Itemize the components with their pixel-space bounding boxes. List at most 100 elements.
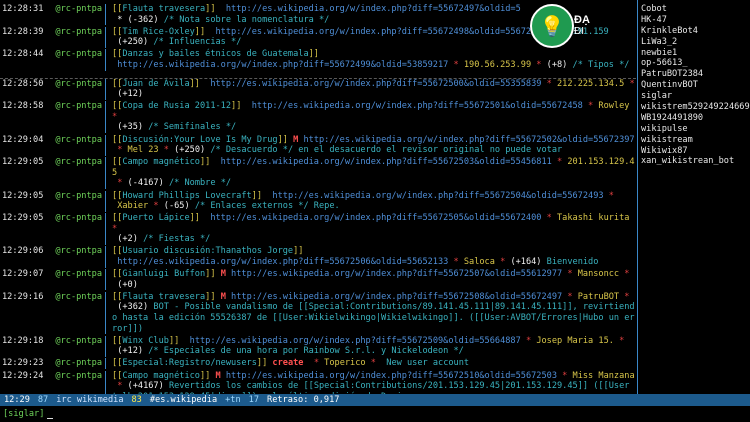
nicklist-item[interactable]: Cobot: [641, 4, 749, 15]
message-link[interactable]: http://es.wikipedia.org/w/index.php?diff…: [210, 79, 541, 89]
message-fragment: Takashi kurita: [557, 213, 630, 224]
message-link[interactable]: http://es.wikipedia.org/w/index.php?diff…: [231, 269, 562, 279]
message-fragment: (+12): [117, 346, 144, 357]
message-nick[interactable]: @rc-pntpa: [44, 213, 104, 245]
message-link[interactable]: http://es.wikipedia.org/w/index.php?diff…: [226, 371, 557, 381]
message-fragment: [[: [112, 335, 123, 346]
message-link[interactable]: http://es.wikipedia.org/w/index.php?diff…: [226, 4, 521, 14]
message-nick[interactable]: @rc-pntpa: [44, 135, 104, 156]
message-buffer[interactable]: 12:28:31 @rc-pntpa [[Flauta travesera]] ht…: [0, 4, 636, 394]
message-fragment: Toperico: [324, 358, 366, 369]
prefix-separator: [105, 78, 110, 100]
message-fragment: ]]: [189, 78, 211, 89]
message-row: 12:28:50 @rc-pntpa [[Juan de Ávila]] http:…: [0, 78, 636, 100]
message-link[interactable]: http://es.wikipedia.org/w/index.php?diff…: [272, 191, 603, 201]
nicklist-item[interactable]: LiWa3_2: [641, 37, 749, 48]
message-link[interactable]: http://es.wikipedia.org/w/index.php?diff…: [303, 135, 634, 145]
message-nick[interactable]: @rc-pntpa: [44, 49, 104, 70]
message-row: 12:29:18 @rc-pntpa [[Winx Club]] http://es…: [0, 335, 636, 357]
message-timestamp: 12:29:06: [2, 246, 44, 257]
message-link[interactable]: http://es.wikipedia.org/w/index.php?diff…: [210, 213, 541, 223]
site-logo: 💡: [530, 4, 574, 48]
message-fragment: /* Nota sobre la nomenclatura */: [163, 14, 330, 25]
message-link[interactable]: http://es.wikipedia.org/w/index.php?diff…: [221, 157, 552, 167]
message-fragment: ]]: [231, 101, 252, 112]
message-fragment: [[: [112, 134, 123, 145]
message-fragment: *: [448, 257, 464, 268]
nicklist-item[interactable]: siglar: [641, 91, 749, 102]
nicklist-item[interactable]: wikistrem529249224669: [641, 102, 750, 113]
nicklist-item[interactable]: newbie1: [641, 48, 749, 59]
message-timestamp: 12:28:50: [2, 78, 44, 89]
status-server: irc wikimedia: [56, 394, 124, 405]
message-fragment: (+0): [117, 279, 138, 290]
message-nick[interactable]: @rc-pntpa: [44, 371, 104, 395]
nicklist-item[interactable]: HK-47: [641, 15, 749, 26]
message-link[interactable]: http://es.wikipedia.org/w/index.php?diff…: [231, 292, 562, 302]
message-fragment: *: [365, 358, 387, 369]
message-fragment: Revertidos los cambios de [[Special:Cont…: [112, 381, 630, 394]
message-fragment: Josep Maria 15.: [536, 335, 614, 346]
message-fragment: (+2): [117, 234, 138, 245]
message-text: [[Usuario discusión:Thanathos Jorge]] ht…: [112, 246, 636, 267]
message-fragment: New user account: [386, 358, 470, 369]
message-text: [[Flauta travesera]] M http://es.wikiped…: [112, 292, 636, 334]
message-nick[interactable]: @rc-pntpa: [44, 191, 104, 212]
message-fragment: Flauta travesera: [122, 4, 206, 14]
message-fragment: [[: [112, 291, 123, 302]
status-user-count: 17: [248, 394, 260, 405]
message-timestamp: 12:29:23: [2, 358, 44, 369]
message-timestamp: 12:28:58: [2, 101, 44, 112]
input-line[interactable]: [siglar]: [0, 407, 750, 421]
message-fragment: *: [117, 178, 123, 189]
prefix-separator: [105, 49, 110, 71]
prefix-separator: [105, 157, 110, 189]
message-text: [[Copa de Rusia 2011-12]] http://es.wiki…: [112, 101, 636, 133]
message-nick[interactable]: @rc-pntpa: [44, 246, 104, 267]
nicklist-item[interactable]: WB1924491890: [641, 113, 749, 124]
message-link[interactable]: http://es.wikipedia.org/w/index.php?diff…: [190, 336, 521, 346]
message-nick[interactable]: @rc-pntpa: [44, 4, 104, 25]
nicklist-item[interactable]: Wikiwix87: [641, 146, 749, 157]
message-fragment: *: [531, 59, 547, 70]
message-nick[interactable]: @rc-pntpa: [44, 358, 104, 369]
read-marker-line: [0, 78, 636, 79]
message-fragment: ]]: [251, 190, 273, 201]
message-fragment: ]]: [293, 246, 304, 257]
nicklist-item[interactable]: KrinkleBot4: [641, 26, 749, 37]
message-fragment: Juan de Ávila: [122, 78, 190, 89]
message-fragment: ]]: [205, 291, 221, 302]
message-text: [[Campo magnético]] http://es.wikipedia.…: [112, 157, 636, 189]
message-link[interactable]: http://es.wikipedia.org/w/index.php?diff…: [112, 60, 448, 70]
prefix-separator: [105, 246, 110, 268]
message-nick[interactable]: @rc-pntpa: [44, 79, 104, 100]
message-fragment: Campo magnético: [122, 157, 200, 168]
nicklist-item[interactable]: PatruBOT2384: [641, 69, 749, 80]
nicklist-item[interactable]: xan_wikistrean_bot: [641, 156, 749, 167]
message-link[interactable]: http://es.wikipedia.org/w/index.php?diff…: [112, 257, 448, 267]
message-link[interactable]: http://es.wikipedia.org/w/index.php?diff…: [216, 27, 532, 37]
message-nick[interactable]: @rc-pntpa: [44, 336, 104, 357]
prefix-separator: [105, 26, 110, 48]
message-nick[interactable]: @rc-pntpa: [44, 27, 104, 48]
message-fragment: M: [220, 291, 232, 302]
message-timestamp: 12:29:05: [2, 213, 44, 224]
message-text: [[Puerto Lápice]] http://es.wikipedia.or…: [112, 213, 636, 245]
message-fragment: ]]: [277, 134, 294, 145]
message-nick[interactable]: @rc-pntpa: [44, 292, 104, 334]
message-nick[interactable]: @rc-pntpa: [44, 101, 104, 133]
message-row: 12:29:16 @rc-pntpa [[Flauta travesera]] M …: [0, 291, 636, 335]
nicklist-item[interactable]: wikistream: [641, 135, 749, 146]
message-link[interactable]: http://es.wikipedia.org/w/index.php?diff…: [252, 101, 583, 111]
nicklist-item[interactable]: op-56613_: [641, 58, 749, 69]
message-fragment: create: [272, 358, 304, 369]
nicklist-item[interactable]: wikipulse: [641, 124, 749, 135]
message-fragment: (+4167): [127, 381, 169, 392]
message-nick[interactable]: @rc-pntpa: [44, 157, 104, 189]
message-nick[interactable]: @rc-pntpa: [44, 269, 104, 290]
message-timestamp: 12:29:07: [2, 269, 44, 280]
message-text: [[Especial:Registro/newusers]] create * …: [112, 358, 636, 369]
message-row: 12:29:06 @rc-pntpa [[Usuario discusión:Tha…: [0, 246, 636, 268]
message-row: 12:29:05 @rc-pntpa [[Puerto Lápice]] http:…: [0, 213, 636, 245]
nicklist-item[interactable]: QuentinvBOT: [641, 80, 749, 91]
